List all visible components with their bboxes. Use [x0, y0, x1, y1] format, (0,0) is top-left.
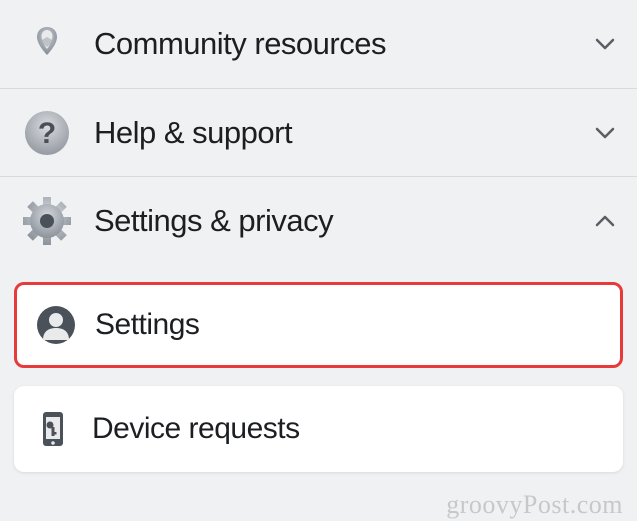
- handshake-icon: [20, 17, 74, 71]
- watermark: groovyPost.com: [446, 490, 623, 520]
- sub-item-label: Device requests: [92, 412, 605, 446]
- menu-item-label: Community resources: [94, 26, 593, 62]
- svg-text:?: ?: [38, 117, 56, 150]
- sub-item-settings[interactable]: Settings: [14, 282, 623, 368]
- sub-item-label: Settings: [95, 308, 602, 342]
- question-icon: ?: [20, 106, 74, 160]
- menu-item-label: Settings & privacy: [94, 203, 593, 239]
- settings-menu: Community resources ? Help & support: [0, 0, 637, 490]
- sub-item-device-requests[interactable]: Device requests: [14, 386, 623, 472]
- chevron-down-icon: [593, 32, 617, 56]
- menu-item-community-resources[interactable]: Community resources: [0, 0, 637, 88]
- device-key-icon: [32, 408, 74, 450]
- menu-item-settings-privacy[interactable]: Settings & privacy: [0, 176, 637, 264]
- chevron-up-icon: [593, 209, 617, 233]
- chevron-down-icon: [593, 121, 617, 145]
- settings-privacy-submenu: Settings Device requests: [0, 282, 637, 490]
- menu-item-label: Help & support: [94, 115, 593, 151]
- person-circle-icon: [35, 304, 77, 346]
- menu-item-help-support[interactable]: ? Help & support: [0, 88, 637, 176]
- gear-icon: [20, 194, 74, 248]
